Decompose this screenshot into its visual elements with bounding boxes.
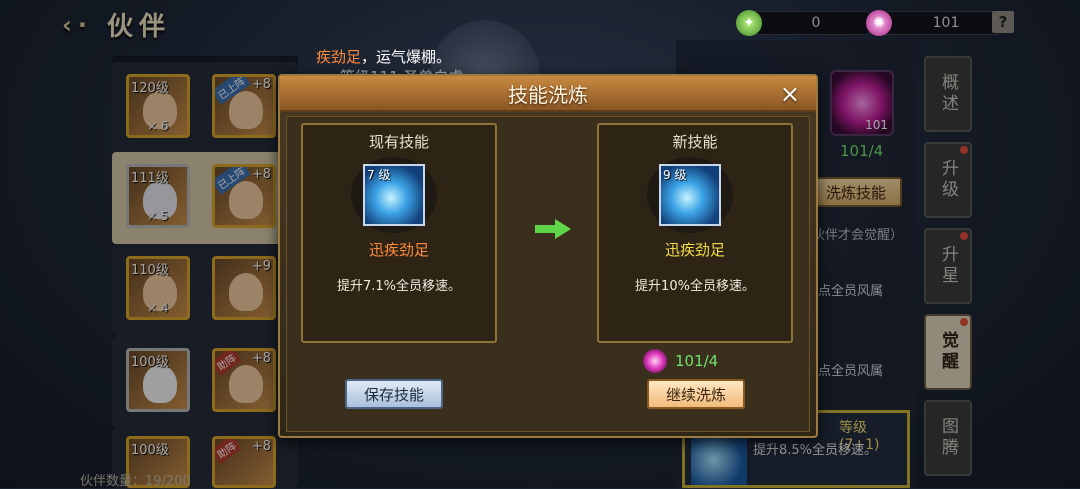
current-skill-panel: 现有技能 7 级 迅疾劲足 提升7.1%全员移速。 <box>301 123 497 343</box>
skill-wash-dialog: 技能洗炼 × 现有技能 7 级 迅疾劲足 提升7.1%全员移速。 新技能 9 级 <box>278 74 818 438</box>
swift-feet-skill-icon[interactable]: 9 级 <box>659 164 721 226</box>
pink-orb-icon: ✺ <box>866 10 892 36</box>
dialog-header: 技能洗炼 × <box>280 76 816 112</box>
new-skill-desc: 提升10%全员移速。 <box>635 279 755 294</box>
pink-orb-icon <box>643 349 667 373</box>
skill-icon-frame: 9 级 <box>647 157 733 233</box>
toast-message: 疾劲足，运气爆棚。 <box>316 46 451 67</box>
toast-highlight: 疾劲足 <box>316 48 362 66</box>
skill-icon-frame: 7 级 <box>351 157 437 233</box>
current-skill-name: 迅疾劲足 <box>368 241 429 259</box>
swift-feet-skill-icon[interactable]: 7 级 <box>363 164 425 226</box>
right-arrow-icon <box>535 219 571 239</box>
skill-level: 9 级 <box>663 168 687 182</box>
dialog-body: 现有技能 7 级 迅疾劲足 提升7.1%全员移速。 新技能 9 级 迅疾劲足 提… <box>286 116 810 432</box>
wash-cost: 101/4 <box>643 349 718 373</box>
skill-level: 7 级 <box>367 168 391 182</box>
wash-cost-value: 101/4 <box>675 352 719 370</box>
save-skill-button[interactable]: 保存技能 <box>345 379 443 409</box>
current-skill-title: 现有技能 <box>368 133 429 151</box>
continue-wash-button[interactable]: 继续洗炼 <box>647 379 745 409</box>
close-icon[interactable]: × <box>780 80 800 108</box>
new-skill-title: 新技能 <box>672 133 718 151</box>
new-skill-panel: 新技能 9 级 迅疾劲足 提升10%全员移速。 <box>597 123 793 343</box>
dialog-title: 技能洗炼 <box>508 82 588 107</box>
current-skill-desc: 提升7.1%全员移速。 <box>336 279 462 294</box>
toast-text: ，运气爆棚。 <box>361 48 452 66</box>
new-skill-name: 迅疾劲足 <box>664 241 725 259</box>
green-gem-icon: ✦ <box>736 10 762 36</box>
